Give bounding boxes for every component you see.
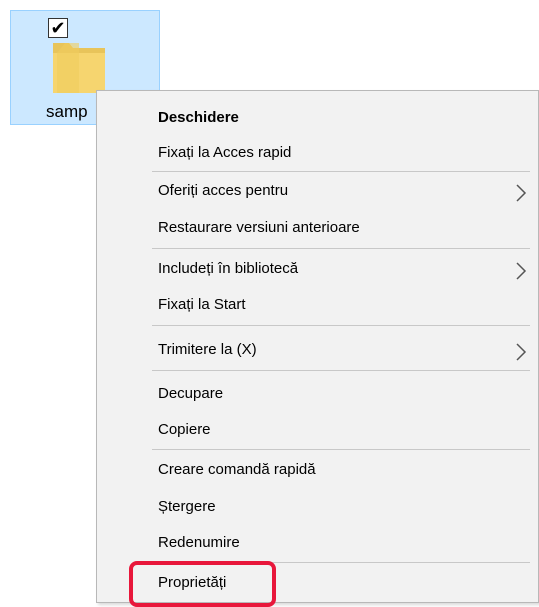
menu-item-restore-versions[interactable]: Restaurare versiuni anterioare xyxy=(97,211,538,247)
menu-item-create-shortcut[interactable]: Creare comandă rapidă xyxy=(97,453,538,489)
menu-item-rename[interactable]: Redenumire xyxy=(97,526,538,562)
menu-item-label: Includeți în bibliotecă xyxy=(158,260,299,277)
menu-separator xyxy=(152,171,530,172)
menu-item-delete[interactable]: Ștergere xyxy=(97,490,538,526)
menu-separator xyxy=(152,248,530,249)
menu-item-label: Creare comandă rapidă xyxy=(158,461,316,478)
menu-item-cut[interactable]: Decupare xyxy=(97,377,538,413)
menu-item-label: Ștergere xyxy=(158,498,216,515)
chevron-right-icon xyxy=(516,184,527,202)
chevron-right-icon xyxy=(516,262,527,280)
menu-item-label: Oferiți acces pentru xyxy=(158,182,289,199)
menu-item-pin-quick-access[interactable]: Fixați la Acces rapid xyxy=(97,136,538,172)
menu-item-send-to[interactable]: Trimitere la (X) xyxy=(97,333,538,369)
context-menu: Deschidere Fixați la Acces rapid Oferiți… xyxy=(96,90,539,607)
menu-separator xyxy=(152,370,530,371)
menu-item-copy[interactable]: Copiere xyxy=(97,413,538,449)
menu-item-include-library[interactable]: Includeți în bibliotecă xyxy=(97,252,538,288)
chevron-right-icon xyxy=(516,343,527,361)
menu-item-pin-start[interactable]: Fixați la Start xyxy=(97,288,538,324)
folder-name-label: samp xyxy=(46,102,88,121)
menu-item-label: Deschidere xyxy=(158,109,239,126)
menu-item-label: Trimitere la (X) xyxy=(158,341,257,358)
menu-item-label: Restaurare versiuni anterioare xyxy=(158,219,360,236)
menu-item-give-access[interactable]: Oferiți acces pentru xyxy=(97,174,538,210)
menu-separator xyxy=(152,449,530,450)
menu-item-label: Decupare xyxy=(158,385,224,402)
menu-item-label: Copiere xyxy=(158,421,211,438)
item-checkbox[interactable]: ✔ xyxy=(48,18,68,38)
menu-item-label: Redenumire xyxy=(158,534,240,551)
menu-item-open[interactable]: Deschidere xyxy=(97,101,538,137)
menu-item-label: Fixați la Acces rapid xyxy=(158,144,292,161)
folder-icon xyxy=(53,43,105,93)
menu-item-label: Fixați la Start xyxy=(158,296,246,313)
menu-separator xyxy=(152,325,530,326)
properties-highlight-box xyxy=(129,561,276,607)
